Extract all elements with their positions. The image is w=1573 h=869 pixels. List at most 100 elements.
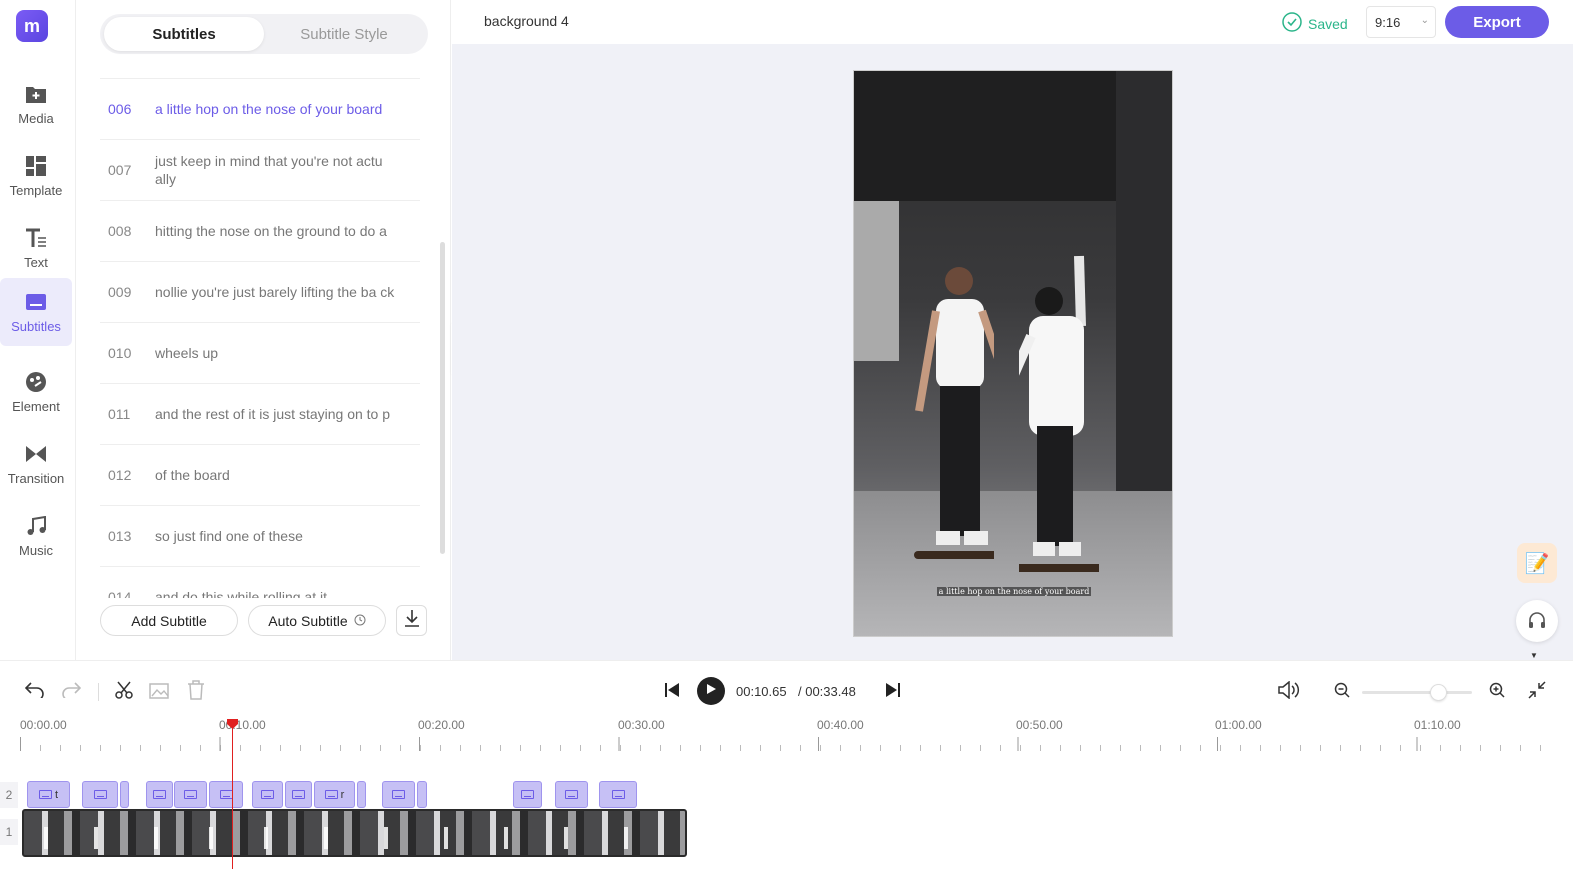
timeline-ruler[interactable]: 00:00.00 00:10.00 00:20.00 00:30.00 00:4… <box>0 711 1573 751</box>
aspect-ratio-select[interactable]: 9:16 ⌄ <box>1366 6 1436 38</box>
scissors-icon <box>114 680 134 705</box>
thumbnail-figure <box>384 827 388 849</box>
subtitle-text[interactable]: hitting the nose on the ground to do a <box>155 201 405 261</box>
subtitle-clip[interactable] <box>174 781 207 808</box>
subtitle-clip[interactable] <box>285 781 312 808</box>
rail-item-label: Text <box>24 254 48 270</box>
subtitle-number: 007 <box>108 162 132 178</box>
subtitle-clip[interactable] <box>252 781 283 808</box>
subtitle-row[interactable]: 013 so just find one of these <box>100 506 420 567</box>
fit-timeline-button[interactable] <box>1526 680 1548 703</box>
notepad-icon[interactable]: 📝 <box>1517 543 1557 583</box>
subtitles-icon <box>292 790 305 799</box>
media-icon <box>25 83 47 105</box>
crop-button[interactable] <box>149 681 171 703</box>
subtitle-row[interactable]: 009 nollie you're just barely lifting the… <box>100 262 420 323</box>
thumbnail-figure <box>154 827 158 849</box>
thumbnail-figure <box>94 827 98 849</box>
subtitle-clip[interactable] <box>82 781 118 808</box>
subtitle-text[interactable]: so just find one of these <box>155 506 405 566</box>
subtitle-row[interactable]: 011 and the rest of it is just staying on… <box>100 384 420 445</box>
rail-item-label: Template <box>9 182 63 198</box>
tab-subtitle-style[interactable]: Subtitle Style <box>264 17 424 51</box>
subtitle-text[interactable]: nollie you're just barely lifting the ba… <box>155 262 405 322</box>
subtitle-clip[interactable] <box>599 781 637 808</box>
subtitle-clip[interactable] <box>209 781 243 808</box>
skip-forward-button[interactable] <box>882 681 904 703</box>
ruler-label: 00:30.00 <box>618 718 665 732</box>
rail-item-transition[interactable]: Transition <box>0 430 72 498</box>
subtitles-icon <box>565 790 578 799</box>
thumbnail-figure <box>264 827 268 849</box>
clip-label: t <box>54 788 59 801</box>
zoom-slider-handle[interactable] <box>1430 684 1447 701</box>
subtitle-clip[interactable] <box>417 781 427 808</box>
subtitle-row[interactable]: 008 hitting the nose on the ground to do … <box>100 201 420 262</box>
subtitle-clip[interactable] <box>382 781 415 808</box>
playhead-line[interactable] <box>232 719 233 869</box>
subtitle-number: 014 <box>108 589 132 598</box>
auto-subtitle-button[interactable]: Auto Subtitle <box>248 605 386 636</box>
subtitle-row[interactable]: 006 a little hop on the nose of your boar… <box>100 79 420 140</box>
ruler-label: 01:10.00 <box>1414 718 1461 732</box>
subtitle-number: 010 <box>108 345 132 361</box>
caret-down-icon[interactable]: ▼ <box>1530 651 1538 660</box>
subtitle-clip[interactable] <box>513 781 542 808</box>
skip-back-button[interactable] <box>661 681 683 703</box>
subtitle-clip[interactable]: r <box>314 781 355 808</box>
subtitle-row[interactable]: 007 just keep in mind that you're not act… <box>100 140 420 201</box>
subtitle-row[interactable]: 012 of the board <box>100 445 420 506</box>
video-preview[interactable]: a little hop on the nose of your board <box>853 70 1173 637</box>
subtitle-clip[interactable] <box>146 781 173 808</box>
subtitle-clip[interactable] <box>120 781 129 808</box>
app-logo[interactable]: m <box>16 10 48 42</box>
play-button[interactable] <box>697 677 725 705</box>
split-button[interactable] <box>113 681 135 703</box>
rail-item-subtitles[interactable]: Subtitles <box>0 278 72 346</box>
subtitle-text[interactable]: wheels up <box>155 323 405 383</box>
subtitle-text[interactable]: a little hop on the nose of your board <box>155 79 405 139</box>
subtitle-row[interactable]: 010 wheels up <box>100 323 420 384</box>
subtitle-text[interactable]: just keep in mind that you're not actu a… <box>155 140 405 200</box>
text-icon <box>25 227 47 249</box>
rail-item-template[interactable]: Template <box>0 142 72 210</box>
video-clip[interactable] <box>22 809 687 857</box>
subtitle-text[interactable]: and do this while rolling at it <box>155 567 405 598</box>
download-button[interactable] <box>396 605 427 636</box>
subtitle-list-scrollbar[interactable] <box>440 242 445 554</box>
subtitle-clip[interactable] <box>357 781 366 808</box>
tab-subtitles[interactable]: Subtitles <box>104 17 264 51</box>
subtitles-icon <box>153 790 166 799</box>
redo-button[interactable] <box>60 681 82 703</box>
volume-button[interactable] <box>1278 679 1300 703</box>
track-number: 1 <box>0 819 18 845</box>
rail-item-label: Element <box>12 398 60 414</box>
thumbnail-figure <box>504 827 508 849</box>
project-title[interactable]: background 4 <box>484 13 569 29</box>
rail-item-element[interactable]: Element <box>0 358 72 426</box>
zoom-in-button[interactable] <box>1486 681 1508 703</box>
video-editor-app: m Media Template Text Subtitles Element … <box>0 0 1573 869</box>
undo-button[interactable] <box>24 681 46 703</box>
subtitle-row[interactable]: 014 and do this while rolling at it <box>100 567 420 598</box>
rail-item-text[interactable]: Text <box>0 214 72 282</box>
rail-item-music[interactable]: Music <box>0 502 72 570</box>
subtitle-text[interactable]: of the board <box>155 445 405 505</box>
thumbnail-figure <box>564 827 568 849</box>
add-subtitle-button[interactable]: Add Subtitle <box>100 605 238 636</box>
rail-item-media[interactable]: Media <box>0 70 72 138</box>
auto-subtitle-label: Auto Subtitle <box>268 612 348 629</box>
support-headset-icon[interactable] <box>1516 600 1558 642</box>
subtitle-clip[interactable]: t <box>27 781 70 808</box>
export-button[interactable]: Export <box>1445 6 1549 38</box>
ruler-label: 00:10.00 <box>219 718 266 732</box>
subtitle-text[interactable]: and the rest of it is just staying on to… <box>155 384 405 444</box>
delete-button[interactable] <box>185 679 207 703</box>
subtitle-panel: Subtitles Subtitle Style 006 a little hop… <box>76 0 451 660</box>
zoom-slider[interactable] <box>1362 691 1472 694</box>
subtitle-number: 009 <box>108 284 132 300</box>
subtitle-clip[interactable] <box>555 781 588 808</box>
thumbnail-figure <box>624 827 628 849</box>
zoom-out-button[interactable] <box>1331 681 1353 703</box>
undo-icon <box>24 681 45 703</box>
